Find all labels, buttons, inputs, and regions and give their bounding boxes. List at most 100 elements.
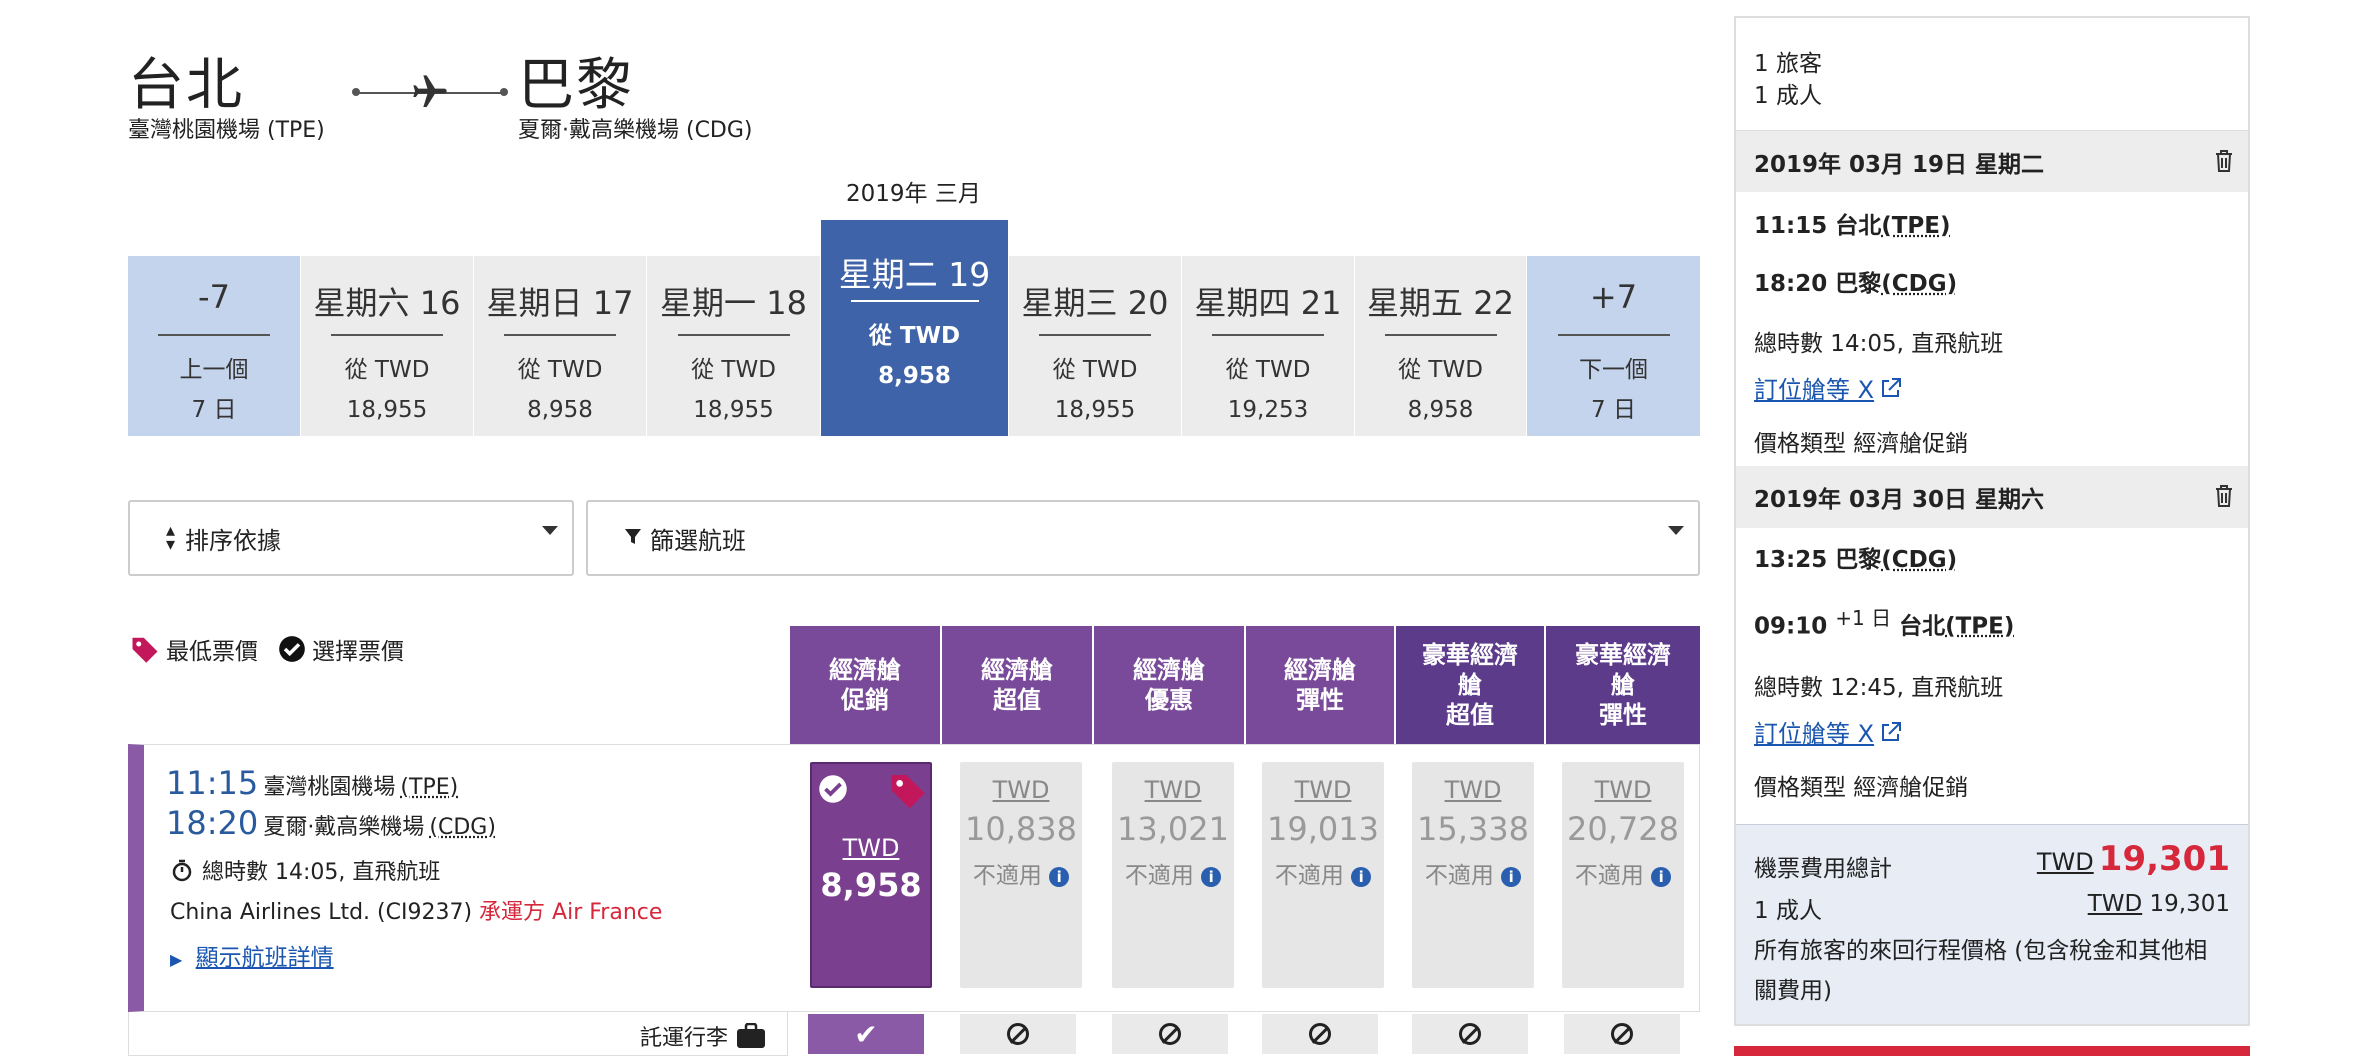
baggage-not-included xyxy=(1112,1014,1228,1054)
fare-header-5: 豪華經濟艙彈性 xyxy=(1546,626,1700,744)
fare-header-2: 經濟艙 優惠 xyxy=(1094,626,1244,744)
outbound-arrival: 18:20 巴黎(CDG) xyxy=(1754,271,1958,297)
sort-label: 排序依據 xyxy=(185,526,282,555)
carrier-line: China Airlines Ltd. (CI9237) 承運方 Air Fra… xyxy=(170,894,662,926)
month-label: 2019年 三月 xyxy=(846,181,981,207)
date-option-18[interactable]: 星期一 18 從 TWD 18,955 xyxy=(647,256,821,436)
trash-icon[interactable] xyxy=(2214,149,2234,173)
date-strip: -7 上一個 7 日 星期六 16 從 TWD 18,955 星期日 17 從 … xyxy=(128,220,1700,436)
inbound-date-bar: 2019年 03月 30日 星期六 xyxy=(1736,466,2248,528)
baggage-not-included xyxy=(1412,1014,1528,1054)
fare-option-4[interactable]: TWD 15,338 不適用 i xyxy=(1412,762,1534,988)
no-entry-icon xyxy=(1007,1023,1029,1045)
info-icon[interactable]: i xyxy=(1501,867,1522,887)
inbound-booking-class-link[interactable]: 訂位艙等 X xyxy=(1754,714,1902,749)
fare-legend: 最低票價 選擇票價 xyxy=(130,632,404,666)
outbound-date-bar: 2019年 03月 19日 星期二 xyxy=(1736,130,2248,192)
destination-airport: 夏爾·戴高樂機場 (CDG) xyxy=(518,118,753,143)
fare-option-2[interactable]: TWD 13,021 不適用 i xyxy=(1112,762,1234,988)
external-link-icon xyxy=(1882,377,1902,397)
date-option-17[interactable]: 星期日 17 從 TWD 8,958 xyxy=(474,256,647,436)
continue-button-edge[interactable] xyxy=(1734,1046,2250,1056)
chevron-down-icon xyxy=(1668,526,1684,535)
filter-label: 篩選航班 xyxy=(650,526,746,555)
fare-header-0: 經濟艙 促銷 xyxy=(790,626,940,744)
fare-header-1: 經濟艙 超值 xyxy=(942,626,1092,744)
no-entry-icon xyxy=(1611,1023,1633,1045)
no-entry-icon xyxy=(1309,1023,1331,1045)
filter-funnel-icon xyxy=(624,524,642,552)
prev-week-button[interactable]: -7 上一個 7 日 xyxy=(128,256,301,436)
fare-option-0-selected[interactable]: TWD 8,958 xyxy=(810,762,932,988)
inbound-departure: 13:25 巴黎(CDG) xyxy=(1754,547,1958,573)
caret-right-icon: ▶ xyxy=(170,950,183,969)
adult-count: 1 成人 xyxy=(1754,83,1822,109)
arrival-line: 18:20 夏爾·戴高樂機場 (CDG) xyxy=(166,804,496,842)
trip-summary-panel: 1 旅客 1 成人 2019年 03月 19日 星期二 11:15 台北(TPE… xyxy=(1734,16,2250,1026)
next-week-button[interactable]: +7 下一個 7 日 xyxy=(1527,256,1700,436)
arrival-airport: 夏爾·戴高樂機場 xyxy=(263,815,425,840)
departure-line: 11:15 臺灣桃園機場 (TPE) xyxy=(166,764,458,802)
adult-line-price: TWD 19,301 xyxy=(2087,891,2230,917)
date-option-19-selected[interactable]: 星期二 19 從 TWD 8,958 xyxy=(821,220,1009,436)
fare-option-1[interactable]: TWD 10,838 不適用 i xyxy=(960,762,1082,988)
arrival-time: 18:20 xyxy=(166,804,259,842)
outbound-fare-type: 價格類型 經濟艙促銷 xyxy=(1754,431,1969,457)
baggage-not-included xyxy=(1564,1014,1680,1054)
operated-by: 承運方 Air France xyxy=(479,900,663,925)
baggage-label: 託運行李 xyxy=(640,1026,729,1051)
info-icon[interactable]: i xyxy=(1351,867,1372,887)
date-option-21[interactable]: 星期四 21 從 TWD 19,253 xyxy=(1182,256,1355,436)
fare-header-4: 豪華經濟艙超值 xyxy=(1396,626,1544,744)
departure-code: (TPE) xyxy=(400,775,459,800)
no-entry-icon xyxy=(1459,1023,1481,1045)
price-total-box: 機票費用總計 TWD 19,301 1 成人 TWD 19,301 所有旅客的來… xyxy=(1736,824,2248,1024)
arrival-code: (CDG) xyxy=(429,815,496,840)
total-price: TWD 19,301 xyxy=(2036,839,2230,879)
info-icon[interactable]: i xyxy=(1201,867,1222,887)
flight-duration: 總時數 14:05, 直飛航班 xyxy=(202,860,441,885)
baggage-label-group: 託運行李 xyxy=(640,1020,766,1052)
baggage-included: ✔ xyxy=(808,1014,924,1054)
price-note: 所有旅客的來回行程價格 (包含稅金和其他相關費用) xyxy=(1754,938,2208,1004)
info-icon[interactable]: i xyxy=(1049,867,1070,887)
total-label: 機票費用總計 xyxy=(1754,856,1892,882)
info-icon[interactable]: i xyxy=(1651,867,1672,887)
route-plane-icon xyxy=(352,75,508,108)
traveller-count: 1 旅客 xyxy=(1754,51,1822,77)
no-entry-icon xyxy=(1159,1023,1181,1045)
price-tag-icon xyxy=(891,775,925,809)
filter-dropdown[interactable]: 篩選航班 xyxy=(586,500,1700,576)
date-option-20[interactable]: 星期三 20 從 TWD 18,955 xyxy=(1009,256,1182,436)
origin-airport: 臺灣桃園機場 (TPE) xyxy=(128,118,325,143)
date-option-22[interactable]: 星期五 22 從 TWD 8,958 xyxy=(1355,256,1527,436)
destination-city: 巴黎 xyxy=(518,53,634,118)
duration-line: 總時數 14:05, 直飛航班 xyxy=(170,854,440,886)
origin-city: 台北 xyxy=(128,53,244,118)
inbound-fare-type: 價格類型 經濟艙促銷 xyxy=(1754,775,1969,801)
inbound-duration: 總時數 12:45, 直飛航班 xyxy=(1754,675,2004,701)
sort-dropdown[interactable]: ▴ ▾ 排序依據 xyxy=(128,500,574,576)
chevron-down-icon xyxy=(542,526,558,535)
carrier-name: China Airlines Ltd. (CI9237) xyxy=(170,900,473,925)
outbound-departure: 11:15 台北(TPE) xyxy=(1754,213,1951,239)
departure-time: 11:15 xyxy=(166,764,259,802)
baggage-not-included xyxy=(960,1014,1076,1054)
fare-option-5[interactable]: TWD 20,728 不適用 i xyxy=(1562,762,1684,988)
show-details-link[interactable]: ▶ 顯示航班詳情 xyxy=(170,938,334,972)
price-tag-icon xyxy=(132,637,158,663)
check-circle-icon xyxy=(819,775,847,803)
fare-option-3[interactable]: TWD 19,013 不適用 i xyxy=(1262,762,1384,988)
outbound-booking-class-link[interactable]: 訂位艙等 X xyxy=(1754,370,1902,405)
adult-line-label: 1 成人 xyxy=(1754,898,1822,924)
date-option-16[interactable]: 星期六 16 從 TWD 18,955 xyxy=(301,256,474,436)
fare-header-3: 經濟艙 彈性 xyxy=(1246,626,1394,744)
stopwatch-icon xyxy=(172,859,192,882)
legend-selected-fare: 選擇票價 xyxy=(312,639,404,665)
external-link-icon xyxy=(1882,721,1902,741)
baggage-not-included xyxy=(1262,1014,1378,1054)
inbound-arrival: 09:10 +1 日 台北(TPE) xyxy=(1754,606,2015,640)
trash-icon[interactable] xyxy=(2214,484,2234,508)
legend-lowest-fare: 最低票價 xyxy=(166,639,258,665)
check-circle-icon xyxy=(279,636,305,662)
